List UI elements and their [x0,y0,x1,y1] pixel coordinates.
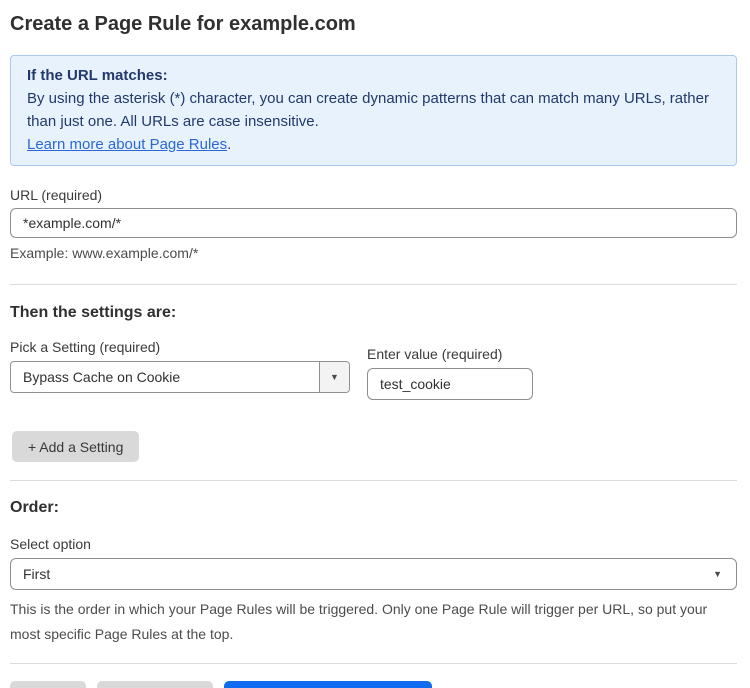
add-setting-button[interactable]: + Add a Setting [12,431,139,462]
setting-label: Pick a Setting (required) [10,339,350,355]
url-input[interactable] [10,208,737,238]
action-buttons-row: Cancel Save as Draft Save and Deploy Pag… [10,681,737,688]
order-select[interactable]: First ▼ [10,558,737,590]
page-rule-form: Create a Page Rule for example.com If th… [0,0,750,688]
order-select-value: First [11,566,736,582]
settings-row: Pick a Setting (required) Bypass Cache o… [10,339,737,400]
order-heading: Order: [10,499,737,517]
chevron-down-icon: ▼ [713,570,722,579]
setting-column: Pick a Setting (required) Bypass Cache o… [10,339,350,393]
save-as-draft-button[interactable]: Save as Draft [97,681,214,688]
divider [10,663,737,664]
url-example-text: Example: www.example.com/* [10,245,737,261]
save-and-deploy-button[interactable]: Save and Deploy Page Rule [224,681,432,688]
order-select-label: Select option [10,536,737,552]
setting-select-arrow-button[interactable]: ▼ [319,362,349,392]
order-help-text: This is the order in which your Page Rul… [10,597,734,647]
divider [10,284,737,285]
cancel-button[interactable]: Cancel [10,681,86,688]
notice-link-line: Learn more about Page Rules. [27,133,720,156]
link-period: . [227,136,231,153]
value-label: Enter value (required) [367,346,533,362]
url-match-notice: If the URL matches: By using the asteris… [10,55,737,166]
settings-heading: Then the settings are: [10,304,737,322]
chevron-down-icon: ▼ [330,373,339,382]
notice-heading: If the URL matches: [27,64,720,87]
setting-select-value: Bypass Cache on Cookie [11,369,319,385]
page-title: Create a Page Rule for example.com [10,12,737,36]
value-column: Enter value (required) [367,346,533,400]
divider [10,480,737,481]
url-label: URL (required) [10,187,737,203]
notice-body: By using the asterisk (*) character, you… [27,87,717,133]
setting-value-input[interactable] [367,368,533,400]
setting-select[interactable]: Bypass Cache on Cookie ▼ [10,361,350,393]
learn-more-link[interactable]: Learn more about Page Rules [27,136,227,153]
